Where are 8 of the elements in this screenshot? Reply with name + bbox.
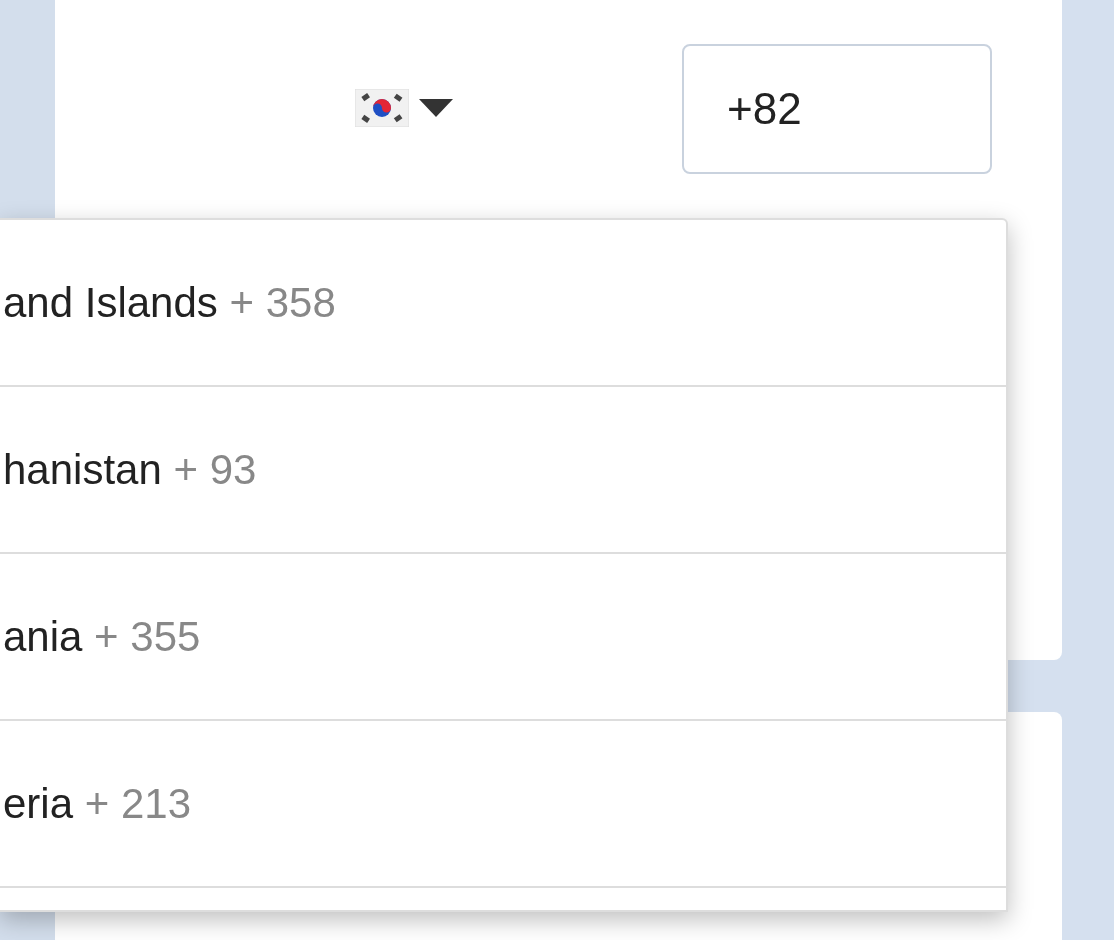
dropdown-item[interactable]: eria + 213 [0,721,1006,888]
dropdown-item[interactable]: and Islands + 358 [0,220,1006,387]
flag-icon [355,89,409,127]
dropdown-item[interactable]: hanistan + 93 [0,387,1006,554]
input-field[interactable]: +82 [682,44,992,174]
caret-icon [419,99,453,117]
dropdown-item[interactable]: ania + 355 [0,554,1006,721]
country-selector[interactable] [355,89,453,127]
